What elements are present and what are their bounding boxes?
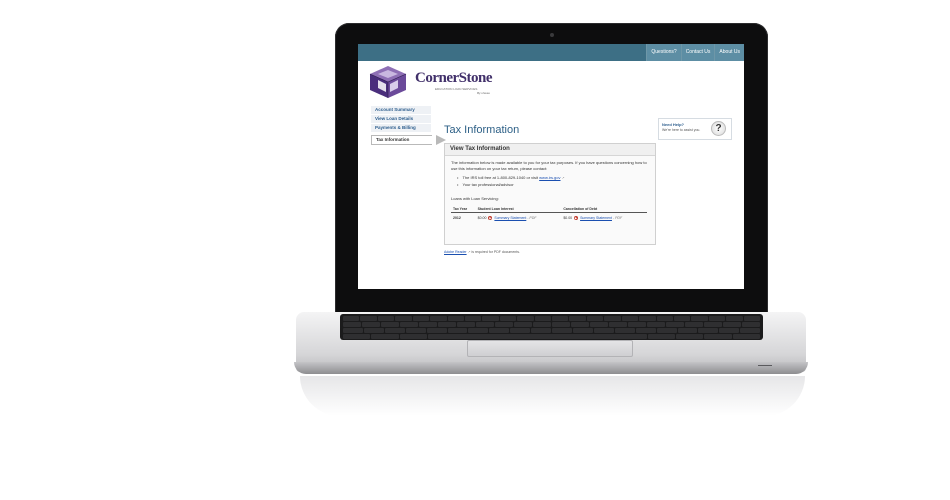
logo-cube-icon [369, 66, 407, 98]
logo-by-line: By uheaa [477, 91, 490, 95]
laptop-screen: Questions? Contact Us About Us CornerSto… [358, 44, 744, 289]
footer-text: is required for PDF documents. [471, 250, 520, 254]
top-links: Questions? Contact Us About Us [646, 44, 744, 61]
pdf-icon: ▶ [574, 216, 579, 221]
contact-us-link[interactable]: Contact Us [680, 44, 715, 61]
key-row [343, 316, 761, 321]
sidebar-item-view-loan-details[interactable]: View Loan Details [371, 115, 431, 124]
sidebar-nav: Account Summary View Loan Details Paymen… [371, 106, 446, 145]
page-title: Tax Information [444, 124, 520, 136]
panel-title: View Tax Information [445, 144, 655, 156]
irs-text: The IRS toll free at 1-800-829-1040 or v… [462, 175, 539, 180]
adobe-reader-link[interactable]: Adobe Reader [444, 250, 467, 254]
logo-tagline: EDUCATION LOAN SERVICES [435, 87, 478, 91]
pdf-icon: ▶ [488, 216, 493, 221]
table-row: 2012 $0.00 ▶ Summary Statement - PDF $0.… [451, 213, 647, 224]
help-text: We're here to assist you. [662, 128, 701, 132]
laptop-front-edge [294, 362, 808, 374]
debt-cell: $0.00 ▶ Summary Statement - PDF [561, 213, 647, 224]
loans-table: Tax Year Student Loan Interest Cancellat… [451, 206, 647, 223]
sleep-indicator-light [758, 365, 772, 366]
trackpad [467, 340, 633, 357]
keyboard [340, 314, 763, 340]
sidebar-item-tax-information[interactable]: Tax Information [371, 135, 446, 145]
cornerstone-logo[interactable]: CornerStone EDUCATION LOAN SERVICES By u… [366, 64, 496, 100]
question-mark-icon[interactable]: ? [711, 121, 726, 136]
irs-link[interactable]: www.irs.gov [539, 175, 560, 180]
webcam-icon [550, 33, 554, 37]
interest-cell: $0.00 ▶ Summary Statement - PDF [476, 213, 562, 224]
questions-link[interactable]: Questions? [646, 44, 681, 61]
tax-information-panel: View Tax Information The information bel… [444, 143, 656, 245]
debt-pdf-label: - PDF [612, 216, 623, 220]
interest-amount: $0.00 [477, 216, 487, 220]
need-help-box[interactable]: Need Help? We're here to assist you. ? [658, 118, 732, 140]
pdf-requirement-note: Adobe Reader ↗ is required for PDF docum… [444, 250, 520, 254]
debt-amount: $0.00 [563, 216, 573, 220]
contact-list: The IRS toll free at 1-800-829-1040 or v… [457, 175, 649, 187]
tax-year-cell: 2012 [453, 216, 461, 220]
loans-heading: Loans with Loan Servicing: [451, 196, 499, 201]
intro-text: The information below is made available … [451, 160, 647, 171]
list-item: Your tax professional/advisor [457, 182, 649, 188]
external-link-icon: ↗ [561, 176, 565, 180]
sidebar-item-payments-billing[interactable]: Payments & Billing [371, 124, 431, 133]
interest-summary-link[interactable]: Summary Statement [494, 216, 526, 220]
key-row [343, 328, 761, 333]
debt-summary-link[interactable]: Summary Statement [580, 216, 612, 220]
interest-pdf-label: - PDF [527, 216, 537, 220]
help-title: Need Help? [662, 122, 685, 127]
advisor-text: Your tax professional/advisor [462, 181, 514, 187]
about-us-link[interactable]: About Us [714, 44, 744, 61]
top-navigation-bar: Questions? Contact Us About Us [358, 44, 744, 61]
logo-wordmark: CornerStone [415, 70, 493, 86]
sidebar-item-account-summary[interactable]: Account Summary [371, 106, 431, 115]
laptop-reflection [300, 376, 805, 416]
key-row [343, 322, 760, 327]
key-row [343, 334, 760, 339]
